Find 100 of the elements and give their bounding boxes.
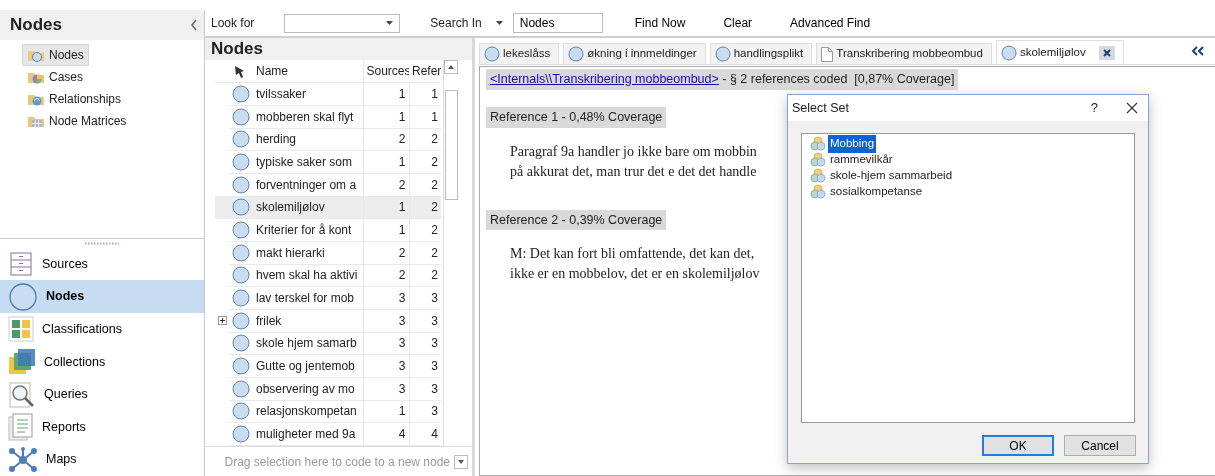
column-header[interactable]: Name [253, 60, 363, 83]
document-tab[interactable]: økning i innmeldinger [563, 43, 706, 64]
document-tab[interactable]: skolemiljølov [995, 40, 1124, 64]
set-icon [810, 184, 826, 200]
list-item[interactable]: Mobbing [828, 135, 877, 153]
toolbar-button[interactable]: Advanced Find [786, 14, 875, 32]
table-cell: lav terskel for mob [253, 286, 363, 310]
node-icon [568, 46, 585, 62]
node-icon [232, 289, 250, 308]
table-row[interactable]: tvilssaker 1 1 [215, 82, 441, 106]
circle-icon [8, 281, 38, 312]
node-icon [232, 425, 250, 444]
scroll-down-icon [454, 454, 468, 469]
set-icon [810, 152, 826, 168]
drop-hint: Drag selection here to code to a new node [224, 453, 450, 471]
table-cell: 3 [363, 309, 409, 333]
tree-item[interactable]: Relationships [22, 88, 127, 110]
table-row[interactable]: Gutte og jentemob 3 3 [215, 354, 441, 378]
dropdown-arrow-icon [495, 21, 503, 25]
search-in-field[interactable]: Nodes [512, 13, 603, 33]
table-cell: 2 [409, 128, 441, 151]
table-cell: 3 [363, 354, 409, 378]
table-cell: 1 [363, 82, 409, 106]
help-button[interactable]: ? [1090, 98, 1098, 118]
document-tab[interactable]: Transkribering mobbeombud [816, 43, 992, 64]
table-cell: 2 [363, 173, 409, 197]
list-item[interactable]: rammevilkår [828, 151, 895, 169]
dialog-button[interactable]: Cancel [1064, 435, 1136, 456]
node-icon [232, 379, 250, 398]
table-row[interactable]: makt hierarki 2 2 [215, 241, 441, 265]
toolbar-button[interactable]: Clear [719, 14, 757, 32]
text-line: Paragraf 9a handler jo ikke bare om mobbin [510, 142, 757, 161]
close-icon[interactable] [1098, 45, 1115, 60]
table-cell: forventninger om a [253, 173, 363, 197]
close-icon[interactable] [1126, 102, 1138, 114]
node-icon [1000, 44, 1017, 61]
list-item[interactable]: skole-hjem sammarbeid [828, 167, 955, 185]
reference-heading: Reference 1 - 0,48% Coverage [486, 106, 667, 128]
tree-item[interactable]: Node Matrices [22, 110, 132, 132]
table-cell: 4 [409, 422, 441, 446]
table-cell: skole hjem samarb [253, 332, 363, 355]
table-row[interactable]: forventninger om a 2 2 [215, 173, 441, 197]
table-row[interactable]: herding 2 2 [215, 128, 441, 151]
tab-label: lekeslåss [503, 46, 551, 62]
node-icon [232, 221, 250, 240]
list-item[interactable]: sosialkompetanse [828, 183, 925, 201]
tree-item[interactable]: Nodes [22, 44, 89, 66]
expand-icon[interactable] [218, 316, 227, 326]
table-row[interactable]: Kriterier for å kont 1 2 [215, 218, 441, 242]
table-cell: 1 [409, 82, 441, 106]
table-row[interactable]: skole hjem samarb 3 3 [215, 332, 441, 355]
node-icon [232, 311, 250, 330]
node-icon [232, 85, 250, 103]
table-cell: 2 [409, 150, 441, 174]
magnifier-icon [8, 380, 36, 409]
network-icon [8, 446, 38, 473]
table-cell: 1 [363, 196, 409, 219]
table-cell: relasjonskompetan [253, 400, 363, 423]
set-icon [810, 168, 826, 184]
toolbar-button[interactable]: Find Now [630, 14, 690, 32]
scrollbar-thumb[interactable] [445, 90, 458, 200]
node-icon [232, 107, 250, 126]
nav-button[interactable]: Nodes [0, 280, 204, 314]
table-cell: 2 [409, 173, 441, 197]
node-icon [232, 153, 250, 171]
set-icon [810, 136, 826, 152]
table-cell: Kriterier for å kont [253, 218, 363, 242]
table-row[interactable]: observering av mo 3 3 [215, 377, 441, 401]
table-cell: 3 [363, 377, 409, 401]
column-header[interactable]: Refer [412, 62, 441, 81]
table-cell: typiske saker som [253, 150, 363, 174]
table-row[interactable]: muligheter med 9a 4 4 [215, 422, 441, 446]
table-row[interactable]: skolemiljølov 1 2 [215, 196, 441, 219]
stacked-squares-icon [8, 347, 36, 376]
table-row[interactable]: relasjonskompetan 1 3 [215, 400, 441, 423]
tree-item[interactable]: Cases [22, 66, 88, 88]
table-row[interactable]: lav terskel for mob 3 3 [215, 286, 441, 310]
drawer-icon [8, 251, 34, 278]
table-cell: 3 [409, 354, 441, 378]
table-row[interactable]: mobberen skal flyt 1 1 [215, 105, 441, 128]
table-row[interactable]: hvem skal ha aktivi 2 2 [215, 264, 441, 287]
document-tab[interactable]: handlingsplikt [709, 43, 813, 64]
dialog-button[interactable]: OK [982, 435, 1054, 456]
tree-item-label: Relationships [49, 91, 122, 108]
document-tab[interactable]: lekeslåss [479, 43, 560, 64]
page-icon [821, 46, 834, 62]
text-line: M: Det kan fort bli omfattende, det kan det, [510, 245, 755, 264]
table-cell: 3 [363, 332, 409, 355]
table-row[interactable]: frilek 3 3 [215, 309, 441, 333]
table-cell: 3 [409, 377, 441, 401]
set-list[interactable]: Mobbing rammevilkår skole-hjem sammarbeid sosialkompetanse [801, 133, 1135, 423]
table-cell: 2 [409, 218, 441, 242]
grid-icon [27, 114, 45, 128]
table-row[interactable]: typiske saker som 1 2 [215, 150, 441, 174]
node-icon [232, 266, 250, 285]
double-chevron-icon[interactable] [1191, 46, 1205, 56]
table-cell: muligheter med 9a [253, 422, 363, 446]
folder-icon [27, 48, 45, 62]
source-link[interactable]: <Internals\\Transkribering mobbeombud> [490, 72, 719, 86]
scrollbar[interactable] [443, 60, 459, 446]
